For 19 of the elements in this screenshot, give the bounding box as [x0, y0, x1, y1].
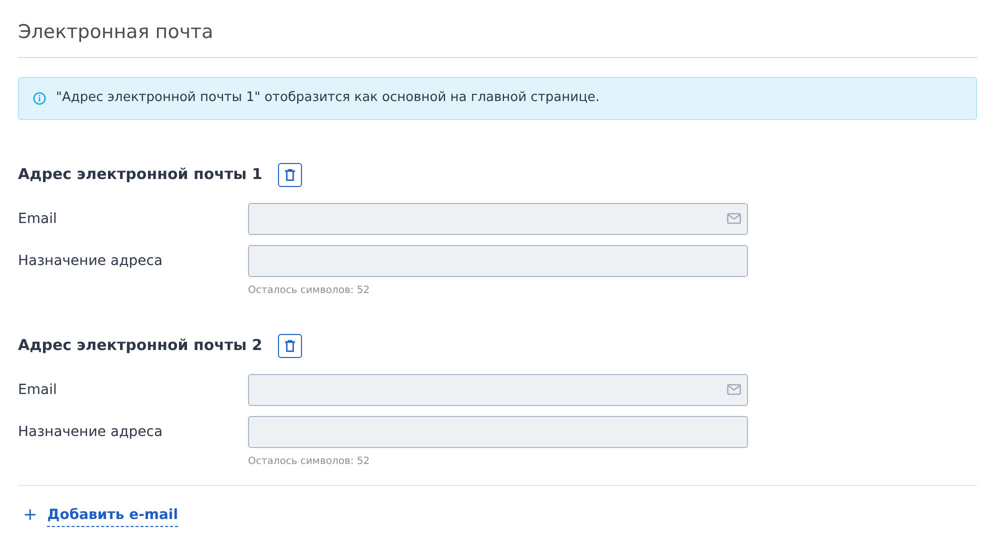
- envelope-icon: [727, 213, 741, 224]
- section-heading: Адрес электронной почты 2: [18, 335, 262, 356]
- info-text: "Адрес электронной почты 1" отобразится как основной на главной странице.: [56, 89, 600, 108]
- trash-icon: [285, 340, 296, 352]
- page-title: Электронная почта: [18, 20, 214, 45]
- char-count-hint: Осталось символов: 52: [248, 284, 371, 298]
- add-email-link[interactable]: Добавить e-mail: [47, 504, 178, 526]
- plus-icon: +: [23, 507, 38, 524]
- field-label: Email: [18, 380, 58, 400]
- delete-button[interactable]: [278, 162, 302, 186]
- delete-button[interactable]: [278, 334, 302, 358]
- char-count-hint: Осталось символов: 52: [248, 454, 371, 468]
- section-heading: Адрес электронной почты 1: [18, 164, 262, 186]
- info-icon: [33, 92, 46, 104]
- envelope-icon: [727, 384, 741, 395]
- field-label: Email: [18, 210, 58, 228]
- field-label: Назначение адреса: [18, 252, 164, 270]
- field-label: Назначение адреса: [18, 422, 164, 442]
- trash-icon: [285, 168, 296, 180]
